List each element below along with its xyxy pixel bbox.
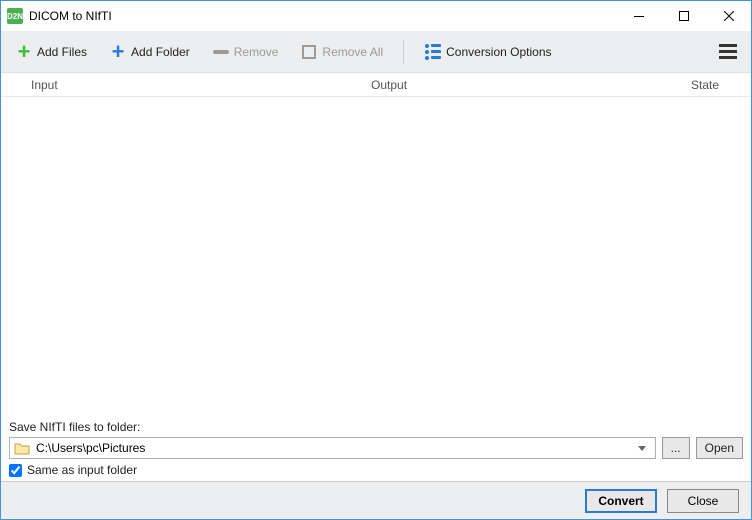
maximize-button[interactable] <box>661 1 706 31</box>
path-input[interactable] <box>36 441 633 455</box>
add-files-label: Add Files <box>37 45 87 59</box>
open-button[interactable]: Open <box>696 437 743 459</box>
remove-all-button: Remove All <box>294 39 389 65</box>
square-icon <box>300 43 318 61</box>
path-combobox[interactable] <box>9 437 656 459</box>
remove-button: Remove <box>206 39 285 65</box>
bottom-panel: Save NIfTI files to folder: ... Open Sam… <box>1 414 751 481</box>
app-window: D2N DICOM to NIfTI + Add Files + Add Fol… <box>0 0 752 520</box>
menu-button[interactable] <box>713 38 743 65</box>
separator <box>403 40 404 64</box>
same-as-input-row[interactable]: Same as input folder <box>9 463 743 477</box>
conversion-options-label: Conversion Options <box>446 45 551 59</box>
folder-icon <box>14 441 30 455</box>
close-app-button[interactable]: Close <box>667 489 739 513</box>
same-as-input-label: Same as input folder <box>27 463 137 477</box>
minus-icon <box>212 43 230 61</box>
app-icon: D2N <box>7 8 23 24</box>
window-title: DICOM to NIfTI <box>29 9 616 23</box>
add-folder-button[interactable]: + Add Folder <box>103 39 196 65</box>
titlebar: D2N DICOM to NIfTI <box>1 1 751 31</box>
minimize-button[interactable] <box>616 1 661 31</box>
browse-button[interactable]: ... <box>662 437 690 459</box>
path-row: ... Open <box>9 437 743 459</box>
remove-all-label: Remove All <box>322 45 383 59</box>
conversion-options-button[interactable]: Conversion Options <box>418 39 557 65</box>
plus-icon: + <box>15 43 33 61</box>
file-list[interactable] <box>1 97 751 414</box>
toolbar: + Add Files + Add Folder Remove Remove A… <box>1 31 751 73</box>
column-output[interactable]: Output <box>341 78 661 92</box>
plus-icon: + <box>109 43 127 61</box>
convert-button[interactable]: Convert <box>585 489 657 513</box>
save-folder-label: Save NIfTI files to folder: <box>9 420 743 434</box>
same-as-input-checkbox[interactable] <box>9 464 22 477</box>
column-input[interactable]: Input <box>1 78 341 92</box>
footer: Convert Close <box>1 481 751 519</box>
list-icon <box>424 43 442 61</box>
close-button[interactable] <box>706 1 751 31</box>
list-header: Input Output State <box>1 73 751 97</box>
add-folder-label: Add Folder <box>131 45 190 59</box>
column-state[interactable]: State <box>661 78 751 92</box>
dropdown-icon[interactable] <box>633 438 651 458</box>
add-files-button[interactable]: + Add Files <box>9 39 93 65</box>
remove-label: Remove <box>234 45 279 59</box>
